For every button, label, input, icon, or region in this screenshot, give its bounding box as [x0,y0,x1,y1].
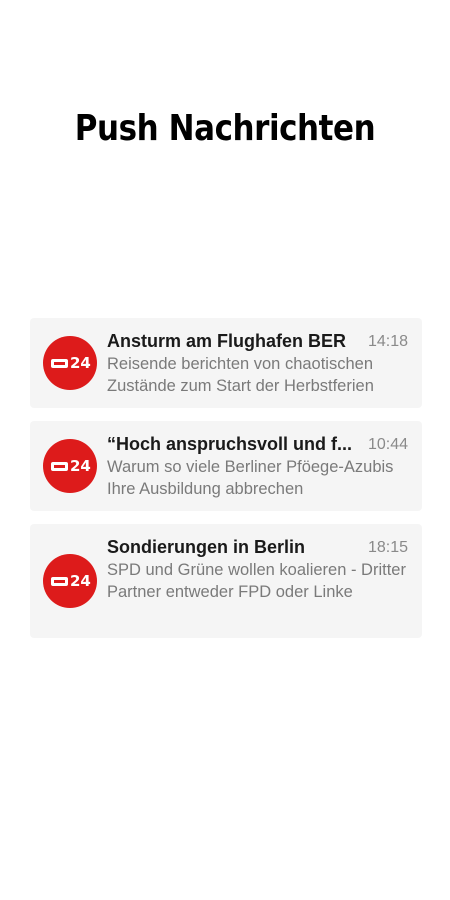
notification-card[interactable]: 24 Sondierungen in Berlin 18:15 SPD und … [30,524,422,638]
news-24-logo-icon: 24 [43,336,97,390]
page-title: Push Nachrichten [74,108,376,149]
notification-body: Reisende berichten von chaotischen Zustä… [107,355,374,395]
notification-list: 24 Ansturm am Flughafen BER 14:18 Reisen… [30,318,422,651]
news-24-logo-icon: 24 [43,439,97,493]
notification-card[interactable]: 24 Ansturm am Flughafen BER 14:18 Reisen… [30,318,422,408]
notification-body: SPD und Grüne wollen koalieren - Dritter… [107,561,406,601]
notification-title: “Hoch anspruchsvoll und f... [107,434,353,454]
logo-mark [51,462,68,471]
logo-mark [51,359,68,368]
notification-title: Ansturm am Flughafen BER [107,331,347,351]
news-24-logo-icon: 24 [43,554,97,608]
logo-mark [51,577,68,586]
notification-title: Sondierungen in Berlin [107,537,306,557]
notification-time: 10:44 [367,436,408,453]
notification-time: 18:15 [367,539,408,556]
notification-card[interactable]: 24 “Hoch anspruchsvoll und f... 10:44 Wa… [30,421,422,511]
notification-body: Warum so viele Berliner Pföege-Azubis Ih… [107,458,394,498]
logo-number: 24 [70,572,91,590]
notification-time: 14:18 [367,333,408,350]
logo-number: 24 [70,457,91,475]
logo-number: 24 [70,354,91,372]
